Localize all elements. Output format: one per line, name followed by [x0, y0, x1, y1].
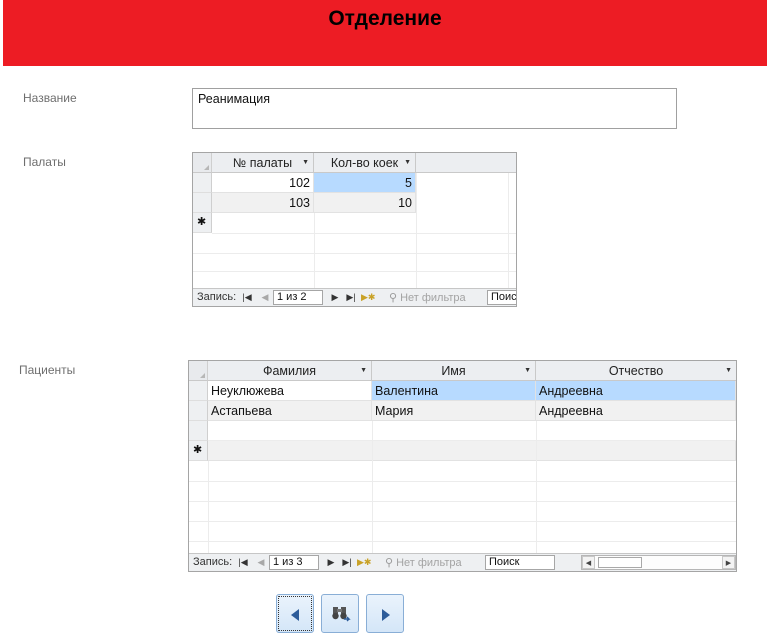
wards-datasheet[interactable]: № палаты ▼ Кол-во коек ▼ 102 5 103 10 За…	[192, 152, 517, 307]
scroll-right-icon[interactable]: ▶	[722, 556, 735, 569]
new-record-icon[interactable]: ▶✱	[357, 555, 371, 570]
triangle-left-icon	[291, 609, 299, 621]
new-record-icon[interactable]: ▶✱	[361, 290, 375, 305]
next-record-icon[interactable]: ▶	[329, 290, 341, 305]
grid-line	[193, 271, 516, 272]
wards-col-number-label: № палаты	[232, 156, 293, 170]
first-record-icon[interactable]: |◀	[237, 555, 249, 570]
patients-label: Пациенты	[19, 363, 76, 377]
wards-record-navigator: Запись: |◀ ◀ 1 из 2 ▶ ▶| ▶✱ ⚲ Нет фильтра…	[193, 288, 516, 306]
next-record-icon[interactable]: ▶	[325, 555, 337, 570]
previous-record-icon[interactable]: ◀	[255, 555, 267, 570]
ward-beds-cell[interactable]: 5	[314, 173, 416, 193]
name-field[interactable]: Реанимация	[192, 88, 677, 129]
ward-number-cell[interactable]: 103	[212, 193, 314, 213]
last-record-icon[interactable]: ▶|	[341, 555, 353, 570]
new-record-row[interactable]	[208, 441, 736, 461]
dropdown-arrow-icon[interactable]: ▼	[725, 361, 732, 381]
grid-line	[208, 461, 209, 553]
wards-col-beds-label: Кол-во коек	[330, 156, 399, 170]
dropdown-arrow-icon[interactable]: ▼	[524, 361, 531, 381]
patient-first-name-cell[interactable]: Мария	[372, 401, 536, 421]
binoculars-icon	[332, 607, 351, 622]
form-title: Отделение	[328, 7, 442, 30]
record-label: Запись:	[197, 291, 237, 303]
patient-middle-name-cell[interactable]: Андреевна	[536, 381, 736, 401]
filter-indicator[interactable]: ⚲ Нет фильтра	[385, 556, 462, 569]
last-record-icon[interactable]: ▶|	[345, 290, 357, 305]
grid-line	[189, 541, 736, 542]
search-input[interactable]: Поиск	[485, 555, 555, 570]
no-filter-icon: ⚲	[389, 292, 398, 304]
find-record-button[interactable]	[321, 594, 359, 633]
previous-record-button[interactable]	[276, 594, 314, 633]
patient-last-name-cell[interactable]: Астапьева	[208, 401, 372, 421]
row-selector[interactable]	[193, 193, 212, 213]
triangle-right-icon	[382, 609, 390, 621]
filter-indicator[interactable]: ⚲ Нет фильтра	[389, 291, 466, 304]
search-input[interactable]: Поис	[487, 290, 516, 305]
grid-line	[212, 233, 516, 234]
patient-last-name-cell[interactable]: Неуклюжева	[208, 381, 372, 401]
new-record-row-selector[interactable]	[193, 213, 212, 233]
row-selector[interactable]	[189, 421, 208, 441]
patients-col-last[interactable]: Фамилия ▼	[208, 361, 372, 381]
next-record-button[interactable]	[366, 594, 404, 633]
scrollbar-thumb[interactable]	[598, 557, 642, 568]
dropdown-arrow-icon[interactable]: ▼	[360, 361, 367, 381]
first-record-icon[interactable]: |◀	[241, 290, 253, 305]
patient-first-name-cell[interactable]: Валентина	[372, 381, 536, 401]
grid-line	[189, 481, 736, 482]
patients-datasheet[interactable]: Фамилия ▼ Имя ▼ Отчество ▼ Неуклюжева Ва…	[188, 360, 737, 572]
dropdown-arrow-icon[interactable]: ▼	[404, 153, 411, 173]
patients-col-last-label: Фамилия	[262, 364, 317, 378]
no-filter-icon: ⚲	[385, 557, 394, 569]
grid-line	[372, 421, 373, 553]
scroll-left-icon[interactable]: ◀	[582, 556, 595, 569]
dropdown-arrow-icon[interactable]: ▼	[302, 153, 309, 173]
grid-line	[189, 521, 736, 522]
filter-label: Нет фильтра	[396, 557, 462, 569]
wards-col-beds[interactable]: Кол-во коек ▼	[314, 153, 416, 173]
wards-col-number[interactable]: № палаты ▼	[212, 153, 314, 173]
patients-col-first-label: Имя	[441, 364, 466, 378]
patients-col-middle[interactable]: Отчество ▼	[536, 361, 736, 381]
grid-line	[536, 421, 537, 553]
patients-select-all[interactable]	[189, 361, 208, 381]
patients-col-first[interactable]: Имя ▼	[372, 361, 536, 381]
new-record-row-selector[interactable]	[189, 441, 208, 461]
row-selector[interactable]	[189, 401, 208, 421]
patients-record-navigator: Запись: |◀ ◀ 1 из 3 ▶ ▶| ▶✱ ⚲ Нет фильтра…	[189, 553, 736, 571]
wards-select-all[interactable]	[193, 153, 212, 173]
grid-line	[314, 213, 315, 288]
grid-line	[189, 501, 736, 502]
patient-middle-name-cell[interactable]: Андреевна	[536, 401, 736, 421]
record-label: Запись:	[193, 556, 233, 568]
ward-number-cell[interactable]: 102	[212, 173, 314, 193]
patients-col-middle-label: Отчество	[608, 364, 664, 378]
record-position-input[interactable]: 1 из 3	[269, 555, 319, 570]
wards-label: Палаты	[23, 155, 66, 169]
form-header: Отделение	[3, 0, 767, 66]
row-selector[interactable]	[193, 173, 212, 193]
name-label: Название	[23, 91, 77, 105]
row-selector[interactable]	[189, 381, 208, 401]
filter-label: Нет фильтра	[400, 292, 466, 304]
grid-line	[208, 440, 736, 441]
grid-line	[193, 253, 516, 254]
horizontal-scrollbar[interactable]: ◀ ▶	[581, 555, 736, 570]
record-position-input[interactable]: 1 из 2	[273, 290, 323, 305]
previous-record-icon[interactable]: ◀	[259, 290, 271, 305]
ward-beds-cell[interactable]: 10	[314, 193, 416, 213]
